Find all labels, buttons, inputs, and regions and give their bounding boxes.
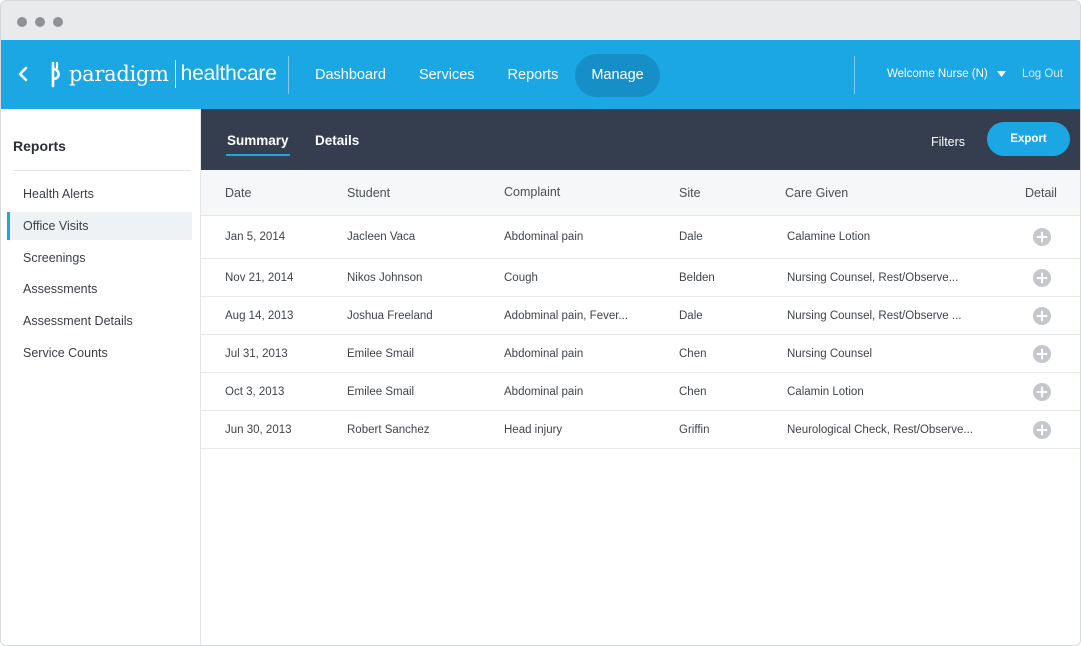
window-maximize-dot[interactable]	[53, 17, 63, 27]
sidebar-title: Reports	[13, 138, 66, 154]
back-arrow-icon[interactable]	[15, 64, 31, 84]
cell-date: Jul 31, 2013	[225, 347, 288, 360]
cell-complaint: Abdominal pain	[504, 347, 584, 360]
sidebar-item-assessment-details[interactable]: Assessment Details	[7, 307, 192, 335]
sidebar-menu: Health Alerts Office Visits Screenings A…	[7, 180, 192, 371]
cell-care-given: Nursing Counsel, Rest/Observe...	[787, 271, 959, 284]
chevron-down-icon	[996, 71, 1006, 77]
table-row[interactable]: Jun 30, 2013 Robert Sanchez Head injury Gri…	[201, 411, 1080, 449]
table-row[interactable]: Aug 14, 2013 Joshua Freeland Adobminal pai…	[201, 297, 1080, 335]
main-nav: Dashboard Services Reports Manage	[299, 54, 661, 97]
cell-student: Nikos Johnson	[347, 271, 423, 284]
window-close-dot[interactable]	[17, 17, 27, 27]
table-row[interactable]: Jan 5, 2014 Jacleen Vaca Abdominal pain Dal…	[201, 216, 1080, 259]
sidebar-item-office-visits[interactable]: Office Visits	[7, 211, 192, 240]
user-menu[interactable]: Welcome Nurse (N)	[887, 68, 1006, 80]
expand-detail-icon[interactable]	[1033, 382, 1051, 401]
column-header-complaint[interactable]: Complaint	[504, 185, 560, 199]
cell-complaint: Abdominal pain	[504, 231, 584, 243]
cell-complaint: Cough	[504, 271, 538, 284]
header-divider	[288, 56, 289, 94]
logo-divider	[174, 60, 176, 88]
nav-services[interactable]: Services	[403, 54, 491, 97]
cell-site: Belden	[679, 271, 715, 284]
logo-brand-text: paradigm	[69, 62, 169, 86]
paradigm-logo-icon	[51, 61, 60, 88]
nav-reports[interactable]: Reports	[492, 54, 575, 97]
cell-date: Aug 14, 2013	[225, 309, 294, 322]
cell-care-given: Calamin Lotion	[787, 385, 864, 398]
cell-care-given: Neurological Check, Rest/Observe...	[787, 423, 973, 436]
cell-care-given: Calamine Lotion	[787, 231, 871, 243]
cell-complaint: Adobminal pain, Fever...	[504, 309, 629, 322]
app-header: paradigm healthcare Dashboard Services R…	[1, 40, 1080, 109]
sidebar-divider	[13, 170, 191, 171]
cell-site: Griffin	[679, 423, 710, 436]
cell-care-given: Nursing Counsel	[787, 347, 873, 360]
cell-student: Joshua Freeland	[347, 309, 433, 322]
main-content: Summary Details Filters Export Date Stud…	[201, 109, 1080, 645]
sidebar-item-service-counts[interactable]: Service Counts	[7, 339, 192, 367]
sidebar-item-assessments[interactable]: Assessments	[7, 275, 192, 303]
cell-site: Dale	[679, 309, 703, 322]
header-divider-right	[854, 56, 855, 94]
table-row[interactable]: Oct 3, 2013 Emilee Smail Abdominal pain Che…	[201, 373, 1080, 411]
column-header-site[interactable]: Site	[679, 186, 701, 200]
column-header-student[interactable]: Student	[347, 186, 390, 200]
sidebar: Reports Health Alerts Office Visits Scre…	[1, 109, 201, 645]
window-minimize-dot[interactable]	[35, 17, 45, 27]
sidebar-item-health-alerts[interactable]: Health Alerts	[7, 180, 192, 208]
expand-detail-icon[interactable]	[1033, 420, 1051, 439]
cell-complaint: Abdominal pain	[504, 385, 584, 398]
report-toolbar: Summary Details Filters Export	[201, 109, 1080, 170]
expand-detail-icon[interactable]	[1033, 268, 1051, 287]
browser-window: paradigm healthcare Dashboard Services R…	[0, 0, 1081, 646]
cell-site: Dale	[679, 231, 703, 243]
cell-complaint: Head injury	[504, 423, 563, 436]
logout-link[interactable]: Log Out	[1022, 68, 1063, 80]
window-titlebar	[1, 1, 1080, 40]
tab-summary[interactable]: Summary	[226, 133, 290, 156]
nav-dashboard[interactable]: Dashboard	[299, 54, 402, 97]
tab-details[interactable]: Details	[315, 133, 359, 148]
logo[interactable]: paradigm healthcare	[47, 58, 277, 90]
cell-student: Jacleen Vaca	[347, 231, 416, 243]
column-header-care-given[interactable]: Care Given	[785, 186, 848, 200]
cell-care-given: Nursing Counsel, Rest/Observe ...	[787, 309, 962, 322]
cell-site: Chen	[679, 385, 707, 398]
filters-button[interactable]: Filters	[931, 135, 965, 149]
cell-student: Emilee Smail	[347, 385, 415, 398]
export-button[interactable]: Export	[987, 122, 1070, 156]
cell-student: Emilee Smail	[347, 347, 415, 360]
expand-detail-icon[interactable]	[1033, 344, 1051, 363]
column-header-detail: Detail	[1025, 186, 1057, 200]
table-row[interactable]: Jul 31, 2013 Emilee Smail Abdominal pain Ch…	[201, 335, 1080, 373]
sidebar-item-screenings[interactable]: Screenings	[7, 244, 192, 272]
welcome-text: Welcome Nurse (N)	[887, 68, 988, 80]
cell-date: Oct 3, 2013	[225, 385, 285, 398]
cell-date: Nov 21, 2014	[225, 271, 294, 284]
table-body: Jan 5, 2014 Jacleen Vaca Abdominal pain Dal…	[201, 216, 1080, 449]
cell-site: Chen	[679, 347, 707, 360]
cell-date: Jan 5, 2014	[225, 231, 286, 243]
table-row[interactable]: Nov 21, 2014 Nikos Johnson Cough Belden Nurs…	[201, 259, 1080, 297]
cell-student: Robert Sanchez	[347, 423, 430, 436]
cell-date: Jun 30, 2013	[225, 423, 292, 436]
nav-manage[interactable]: Manage	[575, 54, 660, 97]
logo-sub-text: healthcare	[180, 62, 277, 85]
expand-detail-icon[interactable]	[1033, 306, 1051, 325]
table-header: Date Student Complaint Site Care Given D…	[201, 170, 1080, 216]
column-header-date[interactable]: Date	[225, 186, 251, 200]
expand-detail-icon[interactable]	[1033, 228, 1051, 246]
